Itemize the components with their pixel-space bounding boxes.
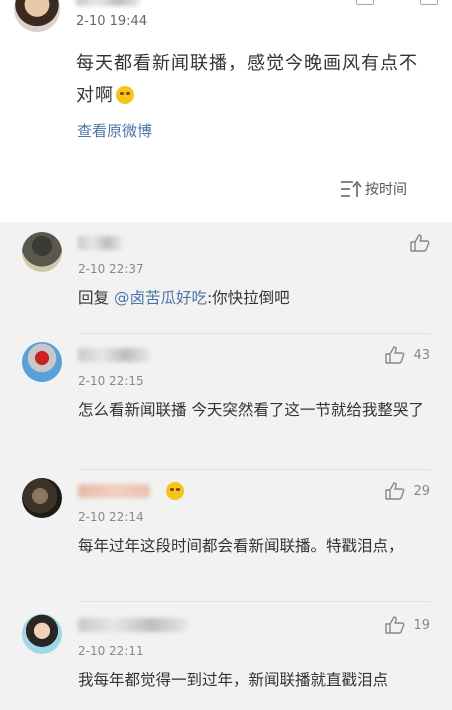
comment-item: 2-10 22:37 回复 @卤苦瓜好吃:你快拉倒吧 — [0, 222, 452, 334]
sort-label: 按时间 — [365, 182, 407, 198]
repost-icon[interactable] — [356, 0, 374, 5]
post-author-avatar[interactable] — [14, 0, 60, 32]
commenter-name-blurred — [78, 484, 150, 498]
post-top-actions — [356, 0, 438, 5]
laughing-emoji-icon — [166, 482, 184, 500]
commenter-avatar[interactable] — [22, 232, 62, 272]
thumbs-up-icon — [385, 616, 405, 634]
like-button[interactable]: 19 — [385, 616, 430, 634]
laughing-emoji-icon — [116, 86, 134, 104]
view-original-link[interactable]: 查看原微博 — [77, 120, 152, 141]
thumbs-up-icon — [385, 482, 405, 500]
like-button[interactable] — [410, 234, 430, 252]
comment-time: 2-10 22:11 — [78, 644, 144, 658]
commenter-avatar[interactable] — [22, 478, 62, 518]
like-count: 43 — [413, 347, 430, 363]
commenter-name-blurred — [78, 618, 188, 632]
post-time: 2-10 19:44 — [76, 14, 148, 29]
commenter-name-blurred — [78, 348, 150, 362]
comment-text: 怎么看新闻联播 今天突然看了这一节就给我整哭了 — [78, 401, 424, 419]
comment-item: 2-10 22:11 我每年都觉得一到过年，新闻联播就直戳泪点 19 — [0, 602, 452, 710]
post-author-name-blurred — [76, 0, 140, 6]
mention-link[interactable]: @卤苦瓜好吃 — [114, 289, 207, 307]
sort-time-icon — [341, 180, 362, 197]
thumbs-up-icon — [410, 234, 430, 252]
comment-item: 2-10 22:15 怎么看新闻联播 今天突然看了这一节就给我整哭了 43 — [0, 334, 452, 470]
like-button[interactable]: 43 — [385, 346, 430, 364]
like-count: 19 — [413, 617, 430, 633]
comment-time: 2-10 22:14 — [78, 510, 144, 524]
comment-time: 2-10 22:15 — [78, 374, 144, 388]
commenter-avatar[interactable] — [22, 614, 62, 654]
commenter-name-blurred — [78, 236, 122, 250]
thumbs-up-icon — [385, 346, 405, 364]
comment-time: 2-10 22:37 — [78, 262, 144, 276]
commenter-avatar[interactable] — [22, 342, 62, 382]
sort-by-time-button[interactable]: 按时间 — [340, 178, 407, 200]
reply-prefix: 回复 — [78, 289, 114, 307]
comment-item: 2-10 22:14 每年过年这段时间都会看新闻联播。特戳泪点， 29 — [0, 470, 452, 602]
comment-text: 每年过年这段时间都会看新闻联播。特戳泪点， — [78, 537, 404, 555]
comment-text: 我每年都觉得一到过年，新闻联播就直戳泪点 — [78, 671, 389, 689]
comment-body: :你快拉倒吧 — [206, 289, 290, 307]
post-text: 每天都看新闻联播，感觉今晚画风有点不对啊 — [76, 48, 432, 112]
original-post: 2-10 19:44 每天都看新闻联播，感觉今晚画风有点不对啊 查看原微博 按时… — [0, 0, 452, 222]
like-count: 29 — [413, 483, 430, 499]
comment-icon[interactable] — [420, 0, 438, 5]
comment-text: 回复 @卤苦瓜好吃:你快拉倒吧 — [78, 286, 428, 310]
like-button[interactable]: 29 — [385, 482, 430, 500]
